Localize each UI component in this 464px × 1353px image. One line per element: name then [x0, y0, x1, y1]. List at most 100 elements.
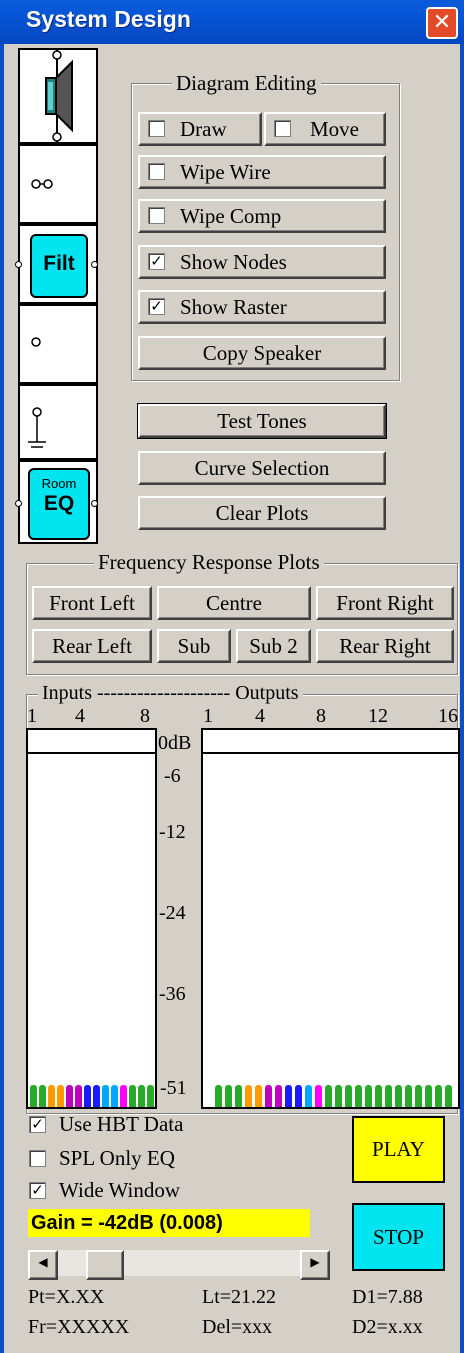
spl-only-checkbox[interactable]: [29, 1150, 46, 1167]
copy-speaker-button[interactable]: Copy Speaker: [138, 336, 386, 370]
meter-bar: [57, 1085, 64, 1107]
play-button[interactable]: PLAY: [352, 1116, 445, 1183]
meter-bar: [365, 1085, 372, 1107]
eq-label: EQ: [43, 492, 75, 515]
test-tones-button[interactable]: Test Tones: [137, 403, 387, 439]
wipe-wire-label: Wipe Wire: [180, 160, 271, 184]
wipe-comp-checkbox[interactable]: [148, 207, 165, 224]
fr-readout: Fr=XXXXX: [28, 1316, 130, 1338]
meter-bar: [111, 1085, 118, 1107]
meter-bar: [335, 1085, 342, 1107]
window-frame-left: [0, 44, 4, 1353]
close-button[interactable]: ✕: [426, 7, 458, 39]
meter-bar: [375, 1085, 382, 1107]
wide-window-checkbox[interactable]: ✓: [29, 1182, 46, 1199]
curve-selection-button[interactable]: Curve Selection: [138, 451, 386, 485]
front-right-button[interactable]: Front Right: [316, 586, 454, 620]
draw-toggle[interactable]: Draw: [138, 112, 262, 146]
node-icon: [91, 261, 98, 268]
output-tick-label: 1: [203, 705, 213, 727]
meter-bar: [84, 1085, 91, 1107]
gain-slider[interactable]: ◀ ▶: [28, 1250, 330, 1280]
front-left-button[interactable]: Front Left: [32, 586, 152, 620]
db-scale-label: -24: [159, 902, 186, 924]
meter-bar: [385, 1085, 392, 1107]
show-raster-checkbox[interactable]: ✓: [148, 298, 165, 315]
palette-ground[interactable]: [18, 384, 98, 460]
output-tick-label: 4: [255, 705, 265, 727]
meter-bar: [355, 1085, 362, 1107]
wipe-wire-toggle[interactable]: Wipe Wire: [138, 155, 386, 189]
db-scale-label: -36: [159, 983, 186, 1005]
draw-checkbox[interactable]: [148, 120, 165, 137]
output-tick-label: 8: [316, 705, 326, 727]
room-label: Room: [41, 476, 77, 491]
meter-bar: [30, 1085, 37, 1107]
ground-icon: [28, 407, 46, 448]
palette-node[interactable]: [18, 304, 98, 384]
meter-bar: [225, 1085, 232, 1107]
meter-bar: [147, 1085, 154, 1107]
frequency-plots-title: Frequency Response Plots: [94, 551, 324, 573]
speaker-icon: [45, 50, 73, 142]
filter-block: Filt: [30, 234, 88, 298]
use-hbt-checkbox[interactable]: ✓: [29, 1116, 46, 1133]
db-scale-label: -12: [159, 821, 186, 843]
meter-bar: [275, 1085, 282, 1107]
d1-readout: D1=7.88: [352, 1286, 423, 1308]
spl-only-label: SPL Only EQ: [59, 1146, 175, 1170]
meter-bar: [215, 1085, 222, 1107]
output-tick-label: 12: [368, 705, 388, 727]
room-eq-block: Room EQ: [28, 468, 90, 540]
wire-node-icon: [31, 179, 53, 189]
meter-bar: [315, 1085, 322, 1107]
scroll-right-arrow[interactable]: ▶: [300, 1250, 330, 1280]
meter-bar: [415, 1085, 422, 1107]
gain-slider-thumb[interactable]: [86, 1250, 125, 1280]
meter-bar: [120, 1085, 127, 1107]
wipe-wire-checkbox[interactable]: [148, 163, 165, 180]
show-raster-toggle[interactable]: ✓ Show Raster: [138, 290, 386, 324]
meter-bar: [102, 1085, 109, 1107]
clear-plots-button[interactable]: Clear Plots: [138, 496, 386, 530]
meter-bar: [235, 1085, 242, 1107]
output-meter: [201, 728, 460, 1109]
move-label: Move: [310, 117, 359, 141]
db-scale-label: -51: [160, 1077, 187, 1099]
move-toggle[interactable]: Move: [264, 112, 386, 146]
node-icon: [15, 500, 22, 507]
rear-left-button[interactable]: Rear Left: [32, 629, 152, 663]
sub2-button[interactable]: Sub 2: [236, 629, 311, 663]
meter-6db-line: [28, 752, 155, 754]
move-checkbox[interactable]: [274, 120, 291, 137]
input-meter: [26, 728, 157, 1109]
scroll-left-arrow[interactable]: ◀: [28, 1250, 58, 1280]
palette-room-eq[interactable]: Room EQ: [15, 460, 98, 544]
wipe-comp-toggle[interactable]: Wipe Comp: [138, 199, 386, 233]
window-frame-right: [460, 44, 464, 1353]
show-nodes-label: Show Nodes: [180, 250, 287, 274]
palette-filter[interactable]: Filt: [15, 224, 98, 304]
lt-readout: Lt=21.22: [202, 1286, 277, 1308]
meter-bar: [255, 1085, 262, 1107]
spl-only-option[interactable]: SPL Only EQ: [29, 1146, 329, 1176]
meter-bar: [395, 1085, 402, 1107]
show-nodes-checkbox[interactable]: ✓: [148, 253, 165, 270]
meter-bar: [245, 1085, 252, 1107]
centre-button[interactable]: Centre: [157, 586, 311, 620]
wide-window-option[interactable]: ✓ Wide Window: [29, 1178, 329, 1208]
input-tick-label: 4: [75, 705, 85, 727]
show-raster-label: Show Raster: [180, 295, 287, 319]
sub-button[interactable]: Sub: [157, 629, 231, 663]
meter-bar: [129, 1085, 136, 1107]
input-tick-label: 1: [27, 705, 37, 727]
meter-bar: [265, 1085, 272, 1107]
palette-wire[interactable]: [18, 144, 98, 224]
rear-right-button[interactable]: Rear Right: [316, 629, 454, 663]
palette-speaker[interactable]: [18, 48, 98, 144]
stop-button[interactable]: STOP: [352, 1203, 445, 1271]
use-hbt-option[interactable]: ✓ Use HBT Data: [29, 1112, 329, 1142]
meter-bar: [66, 1085, 73, 1107]
show-nodes-toggle[interactable]: ✓ Show Nodes: [138, 245, 386, 279]
wide-window-label: Wide Window: [59, 1178, 180, 1202]
